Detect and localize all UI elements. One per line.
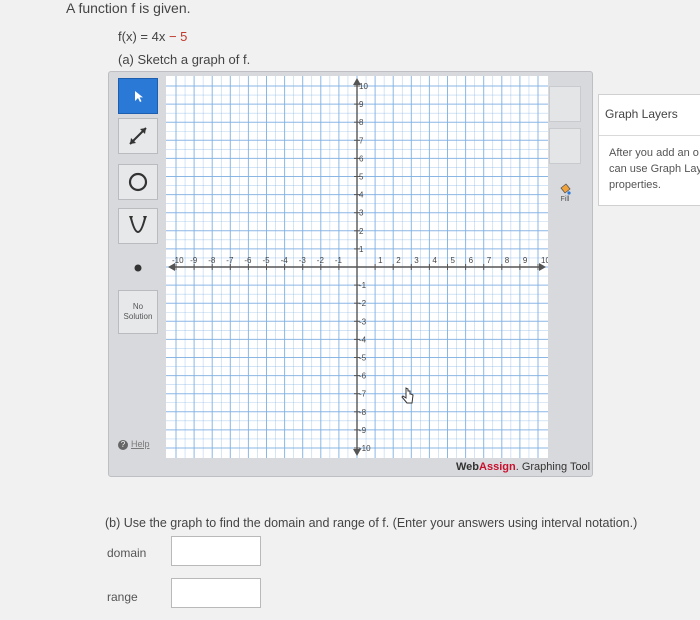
webassign-branding: WebAssign. Graphing Tool: [456, 461, 590, 473]
fill-button[interactable]: Fill: [549, 174, 581, 210]
fill-label: Fill: [560, 195, 570, 203]
divider: [599, 135, 700, 136]
y-tick-label: -2: [359, 299, 367, 308]
no-solution-button[interactable]: No Solution: [118, 290, 158, 334]
layers-line-1: After you add an o: [609, 147, 699, 159]
x-tick-label: 3: [414, 256, 419, 265]
function-definition: f(x) = 4x − 5: [118, 29, 187, 44]
x-tick-label: 1: [378, 256, 383, 265]
domain-input[interactable]: [171, 536, 261, 566]
x-tick-label: -1: [335, 256, 343, 265]
part-a-instruction: (a) Sketch a graph of f.: [118, 52, 251, 67]
circle-icon: [128, 172, 148, 192]
y-tick-label: 6: [359, 154, 364, 163]
layers-line-3: properties.: [609, 179, 661, 191]
y-tick-label: 3: [359, 209, 364, 218]
y-tick-label: -3: [359, 317, 367, 326]
circle-tool-button[interactable]: [118, 164, 158, 200]
pointer-icon: [135, 91, 143, 102]
parabola-icon: [129, 216, 147, 233]
x-tick-label: 10: [541, 256, 548, 265]
x-tick-label: 8: [505, 256, 510, 265]
x-tick-label: 5: [451, 256, 456, 265]
x-tick-label: -8: [208, 256, 216, 265]
y-tick-label: 7: [359, 136, 364, 145]
y-tick-label: -1: [359, 281, 367, 290]
pointer-tool-button[interactable]: [118, 78, 158, 114]
point-tool-button[interactable]: [118, 250, 158, 286]
coordinate-grid[interactable]: -10 -9 -8 -7 -6 -5 -4 -3 -2 -1 1 2 3 4 5 6 7 8 9 10 10 9 8 7 6 5…: [166, 76, 548, 458]
domain-label: domain: [107, 546, 147, 560]
x-tick-label: -4: [281, 256, 289, 265]
layers-line-2: can use Graph Lay: [609, 163, 700, 175]
graph-layers-title: Graph Layers: [605, 107, 678, 121]
line-tool-button[interactable]: [118, 118, 158, 154]
x-tick-label: 4: [432, 256, 437, 265]
y-tick-label: 2: [359, 227, 364, 236]
x-tick-label: -7: [226, 256, 234, 265]
x-tick-label: -6: [244, 256, 252, 265]
undo-button[interactable]: [549, 86, 581, 122]
x-tick-label: 6: [469, 256, 474, 265]
x-tick-label: -9: [190, 256, 198, 265]
brand-web: Web: [456, 461, 480, 473]
y-tick-label: -6: [359, 372, 367, 381]
part-b-instruction: (b) Use the graph to find the domain and…: [105, 516, 638, 530]
delete-button[interactable]: [549, 128, 581, 164]
line-icon: [129, 127, 147, 145]
parabola-tool-button[interactable]: [118, 208, 158, 244]
graph-toolbar: No Solution: [118, 78, 158, 458]
y-tick-label: -5: [359, 354, 367, 363]
y-tick-label: 9: [359, 100, 364, 109]
function-lhs: f(x) = 4x: [118, 29, 166, 44]
fill-bucket-icon: [560, 182, 571, 195]
y-tick-label: -7: [359, 390, 367, 399]
y-tick-label: -8: [359, 408, 367, 417]
y-tick-label: 5: [359, 173, 364, 182]
x-tick-label: 7: [487, 256, 492, 265]
x-tick-label: -10: [172, 256, 184, 265]
problem-statement: A function f is given.: [66, 0, 191, 16]
brand-assign: Assign: [479, 461, 516, 473]
y-tick-label: 8: [359, 118, 364, 127]
x-tick-label: -5: [263, 256, 271, 265]
graph-layers-description: After you add an o can use Graph Lay pro…: [609, 145, 700, 193]
no-solution-line1: No: [132, 302, 144, 311]
x-tick-label: 9: [523, 256, 528, 265]
help-icon: ?: [118, 440, 128, 450]
help-link[interactable]: ? Help: [118, 439, 150, 450]
y-tick-label: -10: [359, 444, 371, 453]
brand-suffix: . Graphing Tool: [515, 461, 591, 473]
y-tick-label: 10: [359, 82, 368, 91]
y-tick-label: -9: [359, 426, 367, 435]
point-icon: [134, 264, 142, 272]
x-tick-label: -2: [317, 256, 325, 265]
function-rhs: − 5: [165, 29, 188, 44]
y-tick-label: 1: [359, 245, 364, 254]
no-solution-line2: Solution: [123, 312, 153, 321]
graph-layers-panel: Graph Layers After you add an o can use …: [598, 94, 700, 206]
x-tick-label: -3: [299, 256, 307, 265]
x-tick-label: 2: [396, 256, 401, 265]
range-input[interactable]: [171, 578, 261, 608]
y-tick-label: 4: [359, 191, 364, 200]
y-tick-label: -4: [359, 335, 367, 344]
range-label: range: [107, 590, 138, 604]
help-label: Help: [131, 439, 150, 449]
